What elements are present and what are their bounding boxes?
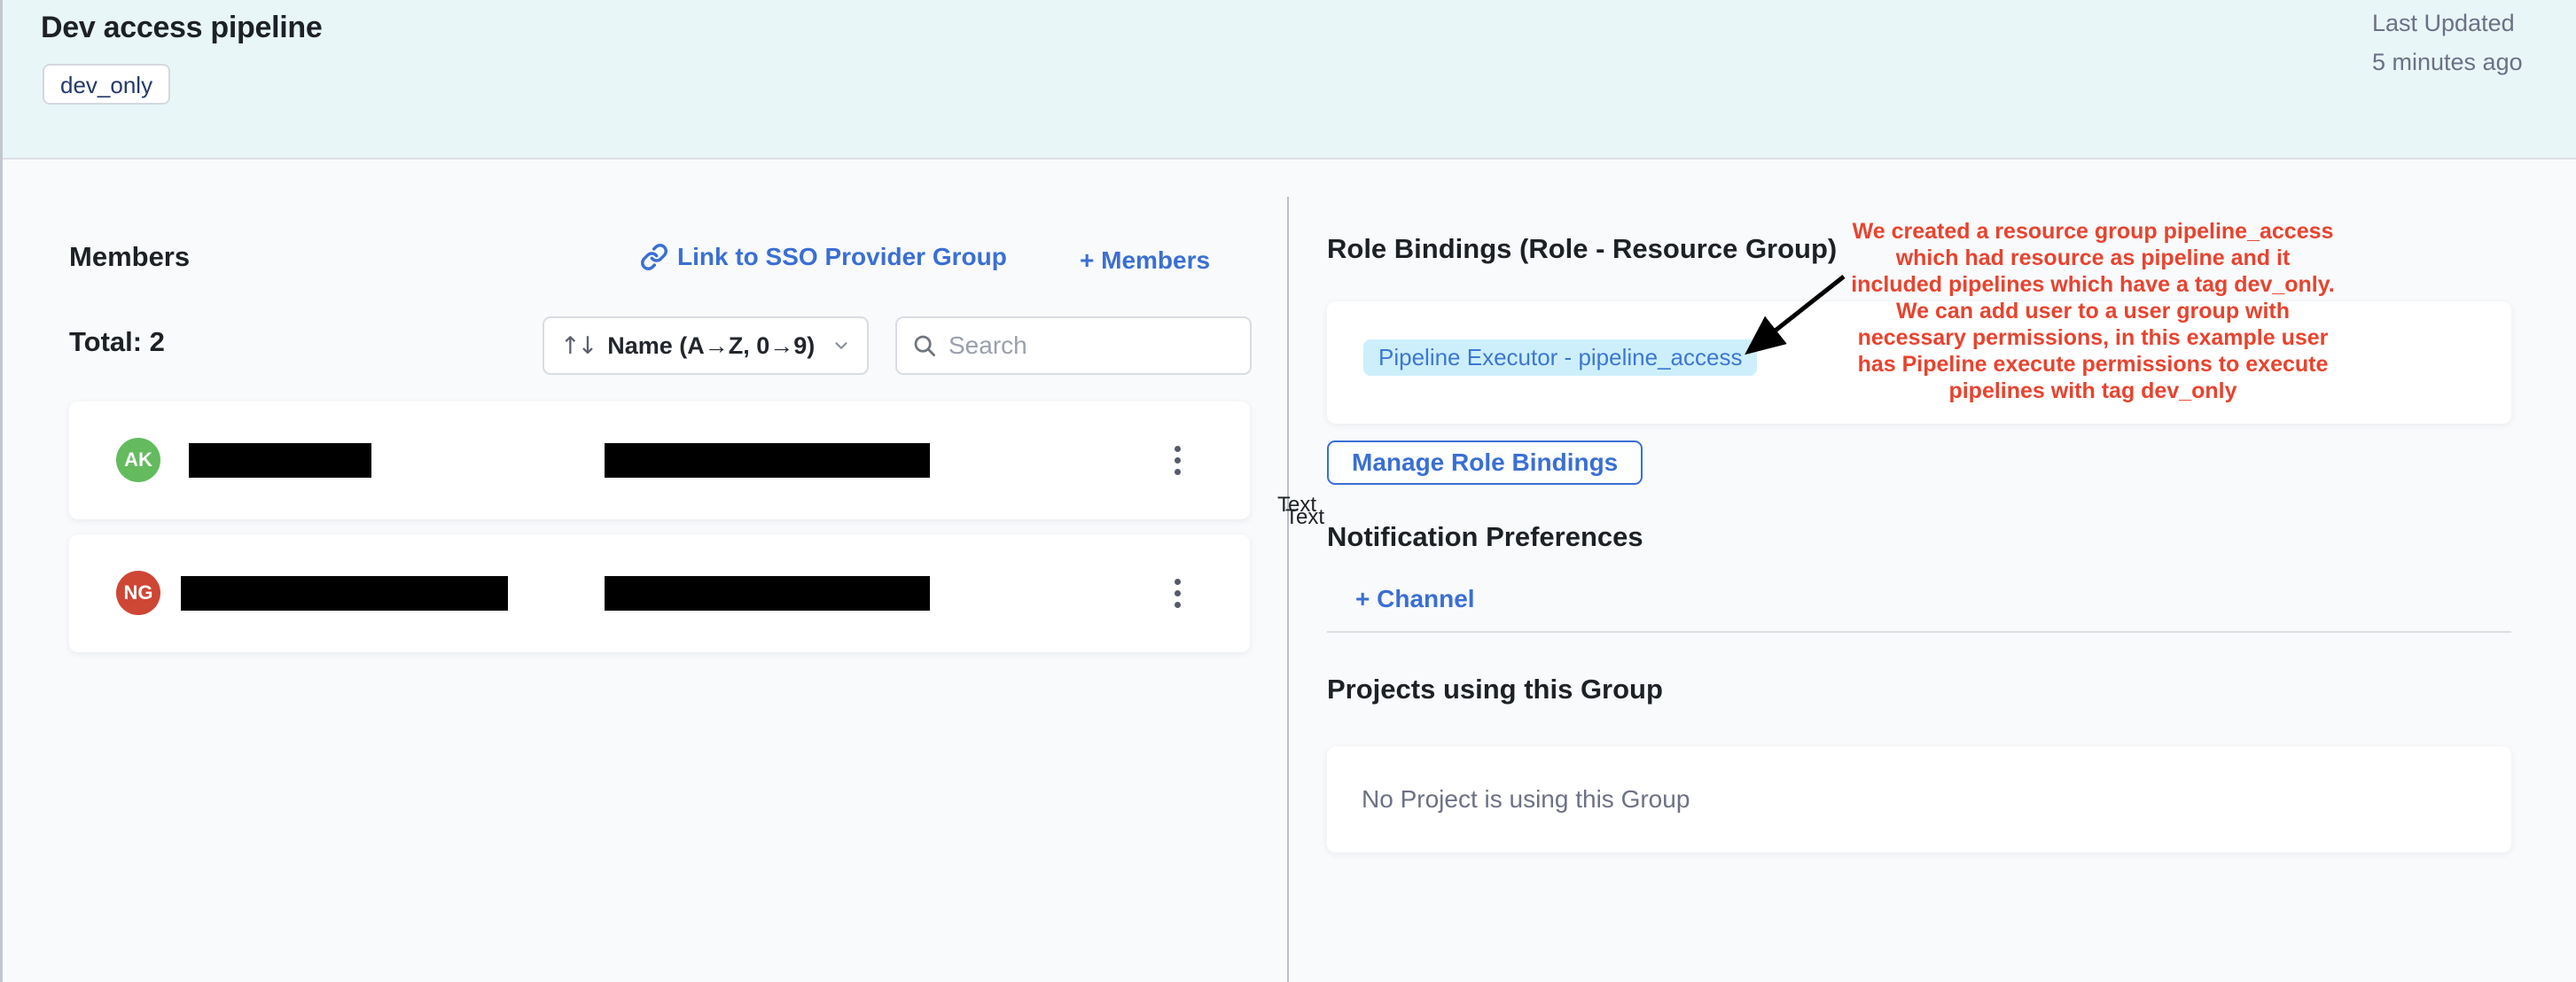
annotation-line: We can add user to a user group with bbox=[1844, 298, 2342, 324]
panel-divider bbox=[1287, 197, 1289, 982]
search-field bbox=[895, 316, 1252, 375]
window-edge bbox=[0, 0, 3, 982]
annotation-line: necessary permissions, in this example u… bbox=[1844, 324, 2342, 351]
kebab-dot bbox=[1175, 457, 1181, 464]
kebab-dot bbox=[1175, 590, 1181, 596]
chevron-down-icon bbox=[831, 336, 851, 355]
manage-role-bindings-button[interactable]: Manage Role Bindings bbox=[1327, 440, 1643, 485]
avatar: AK bbox=[116, 438, 160, 482]
role-binding-chip[interactable]: Pipeline Executor - pipeline_access bbox=[1363, 339, 1757, 376]
group-tag: dev_only bbox=[43, 64, 170, 105]
redacted-name bbox=[189, 443, 371, 478]
redacted-name bbox=[181, 576, 508, 611]
role-bindings-heading: Role Bindings (Role - Resource Group) bbox=[1327, 233, 1837, 265]
member-row[interactable]: NG bbox=[69, 534, 1250, 652]
sort-select[interactable]: ↑↓ Name (A→Z, 0→9) bbox=[543, 316, 869, 375]
projects-empty-message: No Project is using this Group bbox=[1362, 785, 1690, 814]
members-total-count: Total: 2 bbox=[69, 326, 165, 358]
annotation-line: included pipelines which have a tag dev_… bbox=[1844, 271, 2342, 298]
add-members-button[interactable]: + Members bbox=[1080, 246, 1210, 275]
last-updated-label: Last Updated bbox=[2372, 4, 2523, 43]
annotation-line: has Pipeline execute permissions to exec… bbox=[1844, 351, 2342, 378]
notification-preferences-heading: Notification Preferences bbox=[1327, 521, 1643, 553]
page-header: Dev access pipeline dev_only Last Update… bbox=[0, 0, 2576, 160]
redacted-email bbox=[605, 576, 930, 611]
member-options-menu-button[interactable] bbox=[1159, 571, 1195, 615]
stray-text-label: Text bbox=[1285, 505, 1324, 530]
section-divider bbox=[1327, 631, 2511, 633]
annotation-line: pipelines with tag dev_only bbox=[1844, 378, 2342, 404]
members-heading: Members bbox=[69, 241, 190, 273]
link-sso-provider-group-button[interactable]: Link to SSO Provider Group bbox=[640, 243, 1007, 271]
kebab-dot bbox=[1175, 446, 1181, 452]
page-title: Dev access pipeline bbox=[41, 11, 322, 45]
annotation-arrow-icon bbox=[1729, 264, 1862, 366]
sort-selected-value: Name (A→Z, 0→9) bbox=[607, 332, 815, 360]
avatar: NG bbox=[116, 571, 160, 615]
projects-heading: Projects using this Group bbox=[1327, 674, 1663, 705]
annotation-line: which had resource as pipeline and it bbox=[1844, 245, 2342, 271]
annotation-line: We created a resource group pipeline_acc… bbox=[1844, 218, 2342, 245]
redacted-email bbox=[605, 443, 930, 478]
search-input[interactable] bbox=[948, 331, 1236, 360]
link-icon bbox=[640, 243, 668, 271]
projects-empty-card: No Project is using this Group bbox=[1327, 746, 2511, 853]
kebab-dot bbox=[1175, 469, 1181, 475]
member-row[interactable]: AK bbox=[69, 401, 1250, 519]
last-updated: Last Updated 5 minutes ago bbox=[2372, 4, 2523, 82]
link-sso-label: Link to SSO Provider Group bbox=[677, 243, 1007, 271]
member-options-menu-button[interactable] bbox=[1159, 438, 1195, 482]
user-group-detail-page: Dev access pipeline dev_only Last Update… bbox=[0, 0, 2576, 982]
sort-icon: ↑↓ bbox=[560, 332, 595, 360]
kebab-dot bbox=[1175, 579, 1181, 585]
annotation-note: We created a resource group pipeline_acc… bbox=[1844, 218, 2342, 404]
last-updated-value: 5 minutes ago bbox=[2372, 43, 2523, 82]
add-channel-button[interactable]: + Channel bbox=[1355, 585, 1475, 613]
kebab-dot bbox=[1175, 602, 1181, 608]
search-icon bbox=[911, 332, 938, 359]
